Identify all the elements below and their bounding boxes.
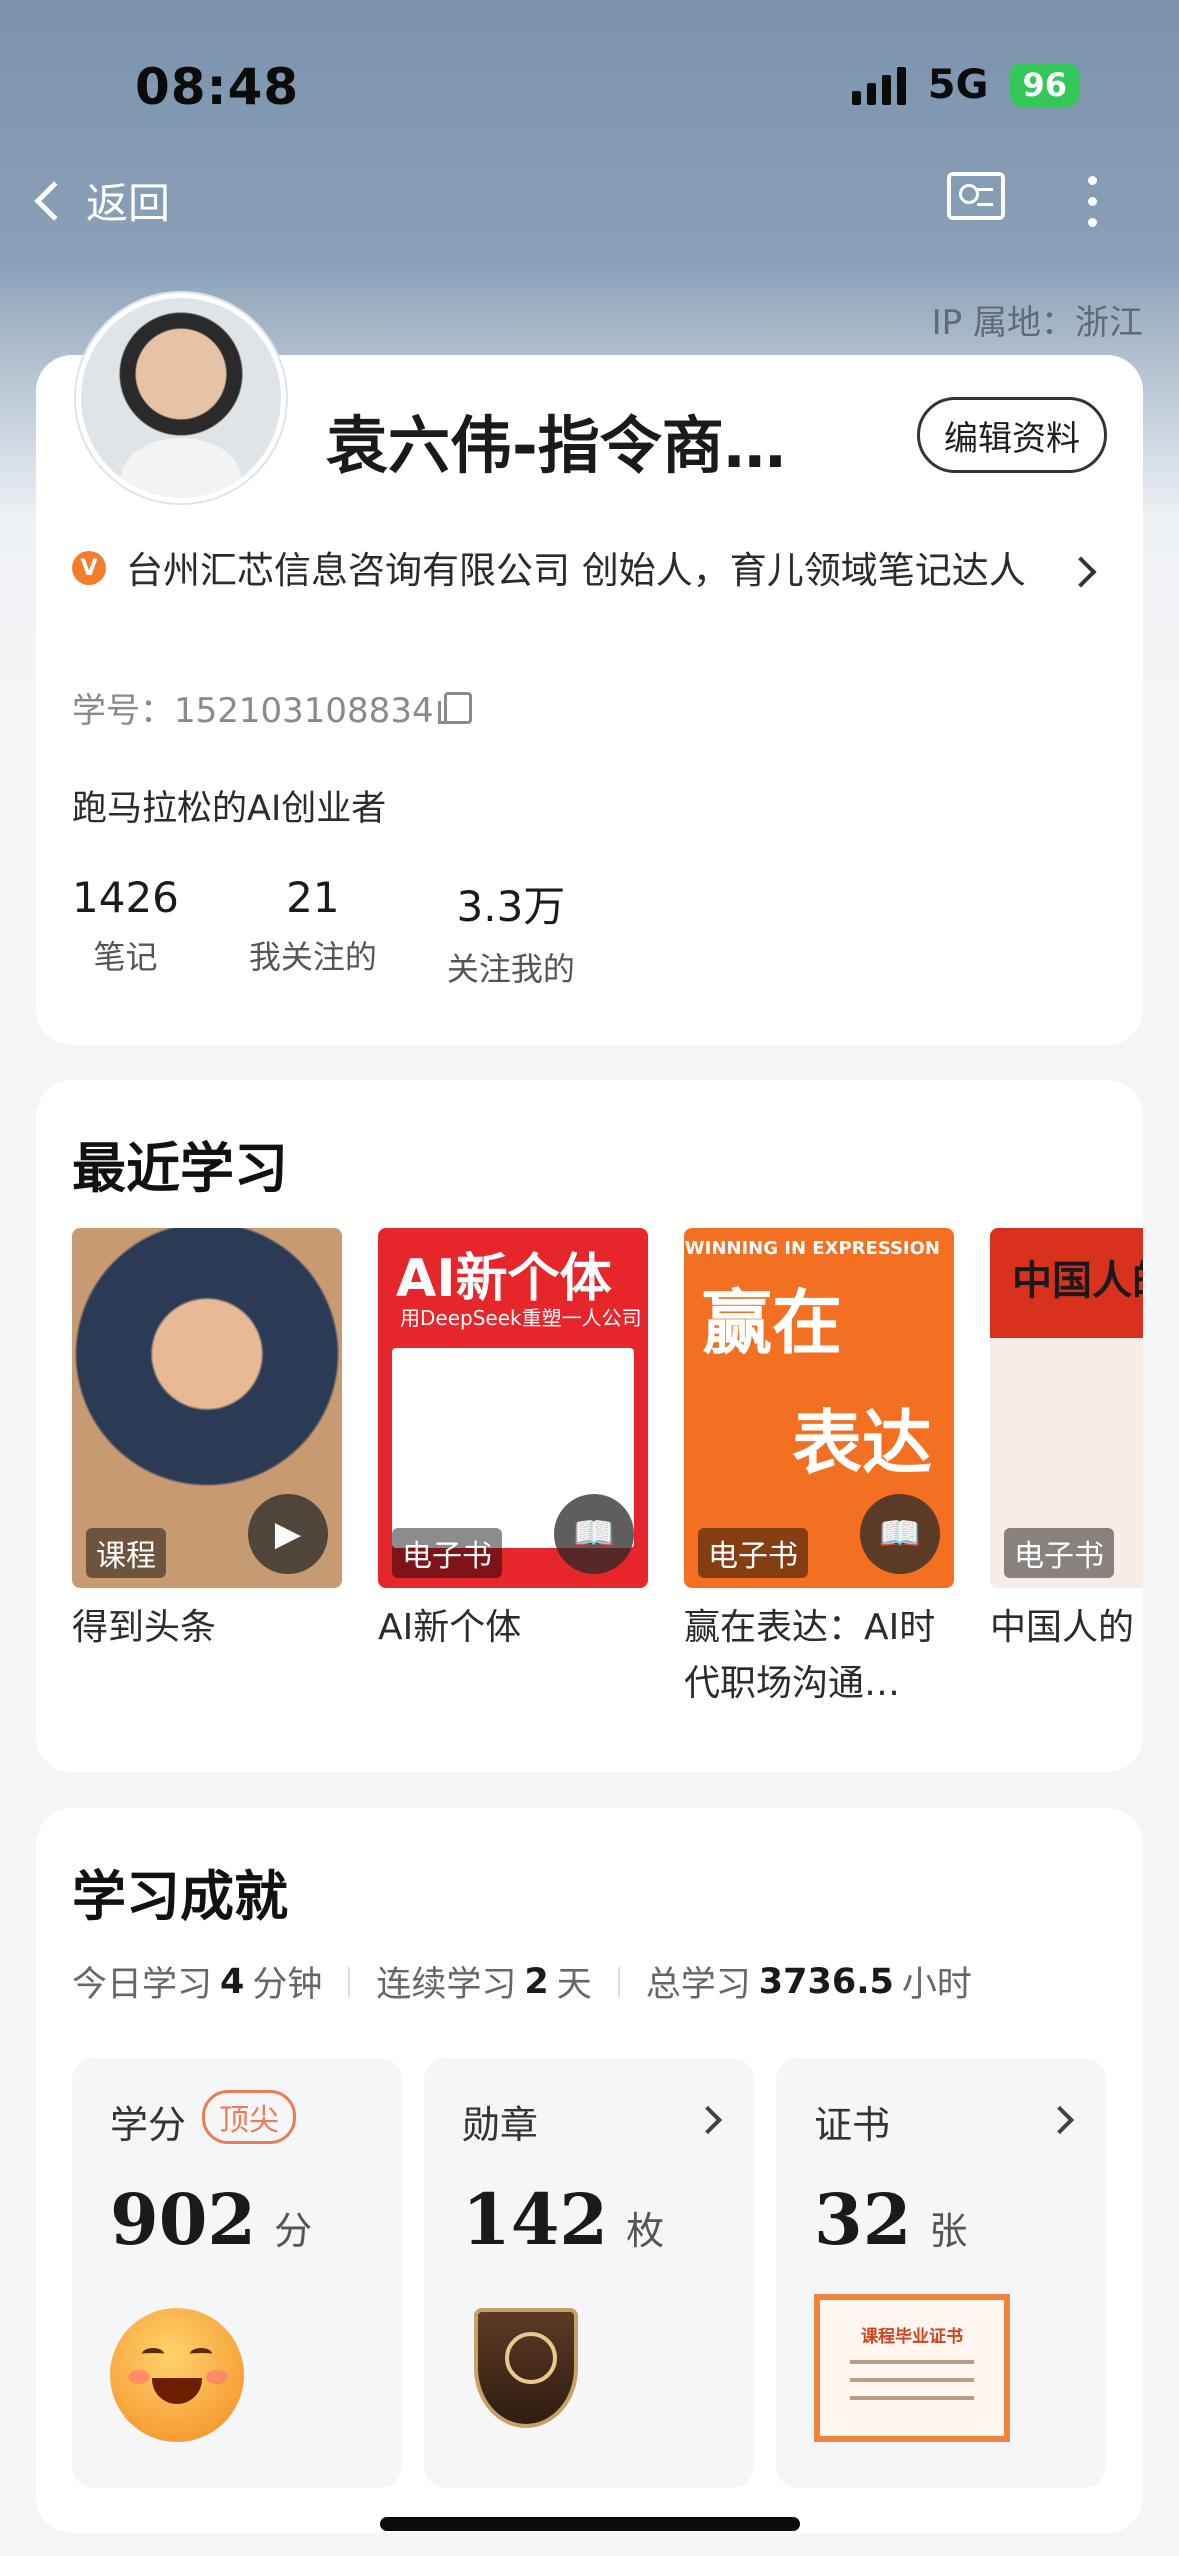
edit-profile-button[interactable]: 编辑资料 [917,397,1107,473]
bio: 跑马拉松的AI创业者 [72,789,387,829]
avatar[interactable] [76,293,286,503]
tile-unit: 张 [929,2209,968,2253]
section-title: 学习成就 [72,1864,288,1928]
stat-followers[interactable]: 3.3万 关注我的 [447,873,575,990]
stats: 1426 笔记 21 我关注的 3.3万 关注我的 [72,873,575,990]
profile-card-icon[interactable] [947,172,1005,220]
tile-value: 902 分 [110,2178,312,2261]
back-button[interactable]: 返回 [34,170,171,231]
status-time: 08:48 [135,58,300,116]
student-id: 学号：152103108834 [72,683,472,732]
streak-unit: 天 [556,1965,592,2005]
status-indicators: 5G 96 [851,62,1079,108]
stat-label: 我关注的 [248,938,377,976]
medals-tile[interactable]: 勋章 142 枚 [424,2058,754,2488]
tile-label: 学分 [110,2103,187,2147]
student-id-text: 学号：152103108834 [72,691,434,731]
cover-title: 中国人的 [1012,1257,1143,1304]
signal-icon [851,65,906,105]
tile-unit: 分 [274,2209,313,2253]
more-icon[interactable] [1088,176,1097,227]
stat-value: 21 [286,873,340,922]
today-value: 4 [220,1961,245,2002]
today-label: 今日学习 [72,1965,213,2005]
tile-unit: 枚 [626,2209,665,2253]
tile-value: 142 枚 [462,2178,664,2261]
certificates-tile[interactable]: 证书 32 张 课程毕业证书 [776,2058,1106,2488]
item-title: 赢在表达：AI时代职场沟通… [684,1607,936,1704]
play-icon[interactable]: ▶ [248,1494,328,1574]
verified-icon: V [72,551,106,585]
achievements-card: 学习成就 今日学习 4 分钟 连续学习 2 天 总学习 3736.5 小时 学分… [36,1808,1143,2533]
verification-text: 台州汇芯信息咨询有限公司 创始人，育儿领域笔记达人 [126,549,1026,592]
cover-title: 表达 [792,1402,932,1484]
cover-english: WINNING IN EXPRESSION [684,1238,940,1259]
stat-label: 关注我的 [446,950,575,988]
stat-value: 1426 [72,873,179,922]
course-cover: 课程 ▶ [72,1228,342,1588]
item-tag: 电子书 [1004,1528,1114,1578]
total-value: 3736.5 [758,1961,894,2002]
streak-value: 2 [524,1961,549,2002]
tile-label: 勋章 [462,2103,539,2147]
chevron-left-icon [34,180,74,221]
back-label: 返回 [86,179,171,228]
profile-card: 袁六伟-指令商… 编辑资料 V 台州汇芯信息咨询有限公司 创始人，育儿领域笔记达… [36,293,1143,1045]
cover-title: 赢在 [702,1282,842,1364]
tile-label: 证书 [814,2103,891,2147]
medal-icon [474,2308,578,2428]
chevron-right-icon [1065,556,1097,588]
streak-label: 连续学习 [376,1965,517,2005]
item-tag: 课程 [86,1528,166,1578]
recent-learning-card: 最近学习 课程 ▶ 得到头条 AI新个体 用DeepSeek重塑一人公司 电子书… [36,1080,1143,1772]
certificate-icon: 课程毕业证书 [814,2294,1010,2442]
stat-notes[interactable]: 1426 笔记 [72,873,179,990]
cover-subtitle: 用DeepSeek重塑一人公司 [400,1306,642,1330]
today-unit: 分钟 [252,1965,323,2005]
total-label: 总学习 [645,1965,751,2005]
credits-tile[interactable]: 学分 顶尖 902 分 [72,2058,402,2488]
item-tag: 电子书 [698,1528,808,1578]
divider [617,1966,620,1997]
network-label: 5G [927,62,989,108]
recent-item[interactable]: WINNING IN EXPRESSION 赢在 表达 电子书 📖 赢在表达：A… [684,1228,954,1712]
tile-number: 142 [462,2178,609,2261]
rank-badge: 顶尖 [202,2090,296,2144]
divider [348,1966,351,1997]
ebook-cover: 中国人的 电子书 [990,1228,1143,1588]
ip-location: IP 属地：浙江 [931,303,1143,343]
book-icon[interactable]: 📖 [554,1494,634,1574]
smiley-icon [110,2308,244,2442]
ebook-cover: AI新个体 用DeepSeek重塑一人公司 电子书 📖 [378,1228,648,1588]
item-title: AI新个体 [378,1607,522,1648]
certificate-title: 课程毕业证书 [861,2327,963,2347]
copy-icon[interactable] [437,691,472,724]
achievement-tiles: 学分 顶尖 902 分 勋章 142 枚 证书 32 张 课程毕业证书 [72,2058,1106,2488]
chevron-right-icon [693,2105,723,2135]
tile-value: 32 张 [814,2178,967,2261]
tile-number: 902 [110,2178,257,2261]
total-unit: 小时 [901,1965,972,2005]
recent-item[interactable]: 课程 ▶ 得到头条 [72,1228,342,1712]
ebook-cover: WINNING IN EXPRESSION 赢在 表达 电子书 📖 [684,1228,954,1588]
item-title: 中国人的 [990,1607,1135,1648]
stat-following[interactable]: 21 我关注的 [249,873,377,990]
recent-shelf: 课程 ▶ 得到头条 AI新个体 用DeepSeek重塑一人公司 电子书 📖 AI… [72,1228,1143,1712]
tile-number: 32 [814,2178,912,2261]
chevron-right-icon [1045,2105,1075,2135]
item-title: 得到头条 [72,1607,217,1648]
book-icon[interactable]: 📖 [860,1494,940,1574]
battery-icon: 96 [1010,63,1079,107]
study-summary: 今日学习 4 分钟 连续学习 2 天 总学习 3736.5 小时 [72,1956,972,2007]
section-title: 最近学习 [72,1136,288,1200]
home-indicator [380,2517,800,2531]
item-tag: 电子书 [392,1528,502,1578]
verification-row[interactable]: V 台州汇芯信息咨询有限公司 创始人，育儿领域笔记达人 [72,543,1112,599]
recent-item[interactable]: AI新个体 用DeepSeek重塑一人公司 电子书 📖 AI新个体 [378,1228,648,1712]
stat-value: 3.3万 [456,882,566,931]
recent-item[interactable]: 中国人的 电子书 中国人的 [990,1228,1143,1712]
cover-title: AI新个体 [396,1249,612,1309]
stat-label: 笔记 [93,938,158,976]
profile-name: 袁六伟-指令商… [326,409,786,482]
